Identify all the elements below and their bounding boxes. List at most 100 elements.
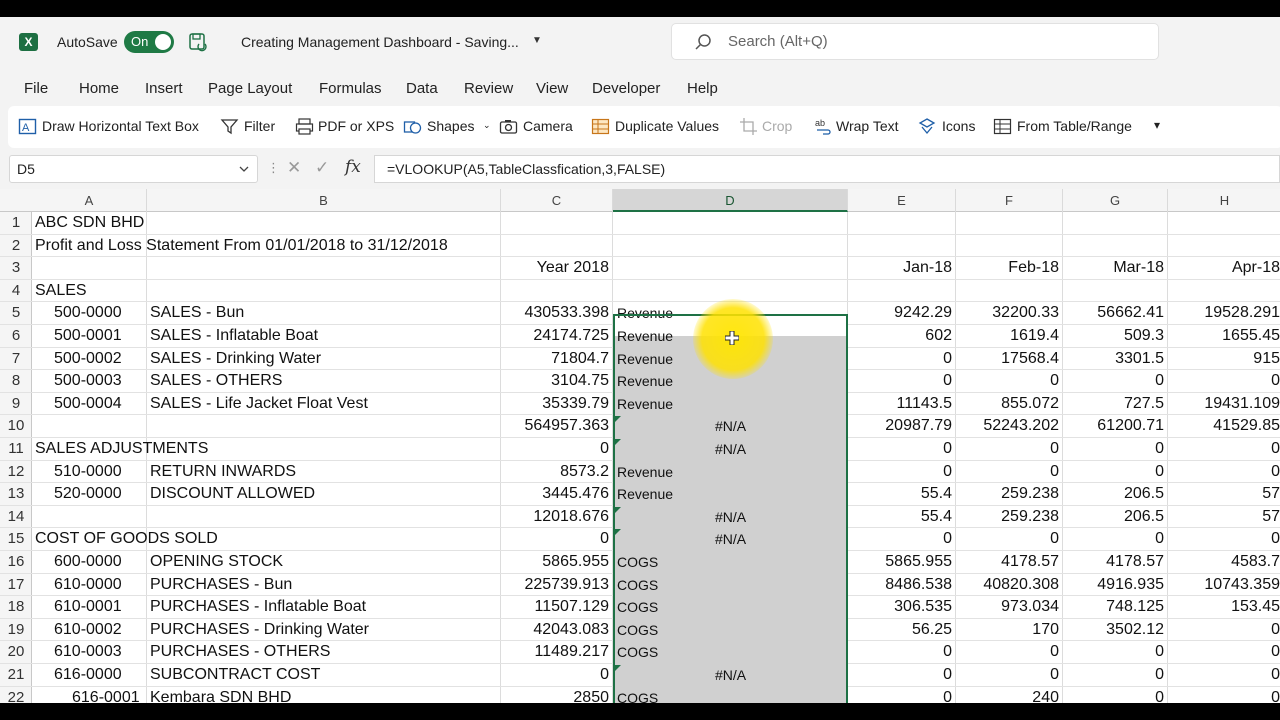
row-header[interactable]: 18: [0, 596, 32, 619]
cell-a5[interactable]: 500-0000: [54, 302, 164, 324]
cell-b5[interactable]: SALES - Bun: [150, 302, 500, 324]
menu-review[interactable]: Review: [464, 80, 513, 97]
cell-e5[interactable]: 9242.29: [848, 302, 952, 324]
cell-a12[interactable]: 510-0000: [54, 461, 164, 483]
cell-b9[interactable]: SALES - Life Jacket Float Vest: [150, 393, 500, 415]
cell-a17[interactable]: 610-0000: [54, 574, 164, 596]
row-header[interactable]: 16: [0, 551, 32, 574]
cell-c8[interactable]: 3104.75: [501, 370, 609, 392]
cell-e11[interactable]: 0: [848, 438, 952, 460]
duplicate-values-button[interactable]: Duplicate Values: [615, 118, 719, 134]
row-header[interactable]: 6: [0, 325, 32, 348]
cell-b6[interactable]: SALES - Inflatable Boat: [150, 325, 500, 347]
cell-c19[interactable]: 42043.083: [501, 619, 609, 641]
cell-h8[interactable]: 0: [1168, 370, 1280, 392]
cell-g7[interactable]: 3301.5: [1063, 348, 1164, 370]
cell-g11[interactable]: 0: [1063, 438, 1164, 460]
cell-a6[interactable]: 500-0001: [54, 325, 164, 347]
cell-a7[interactable]: 500-0002: [54, 348, 164, 370]
customize-toolbar-icon[interactable]: ▾: [1154, 118, 1160, 132]
cell-e8[interactable]: 0: [848, 370, 952, 392]
row-header[interactable]: 13: [0, 483, 32, 506]
cell-h21[interactable]: 0: [1168, 664, 1280, 686]
cell-e20[interactable]: 0: [848, 641, 952, 663]
cell-g3[interactable]: Mar-18: [1063, 257, 1164, 279]
row-header[interactable]: 19: [0, 619, 32, 642]
cell-a2[interactable]: Profit and Loss Statement From 01/01/201…: [35, 235, 635, 257]
cell-c17[interactable]: 225739.913: [501, 574, 609, 596]
menu-page-layout[interactable]: Page Layout: [208, 80, 292, 97]
cell-g6[interactable]: 509.3: [1063, 325, 1164, 347]
cell-g14[interactable]: 206.5: [1063, 506, 1164, 528]
cell-b17[interactable]: PURCHASES - Bun: [150, 574, 500, 596]
cell-h10[interactable]: 41529.85: [1168, 415, 1280, 437]
cell-g19[interactable]: 3502.12: [1063, 619, 1164, 641]
cell-f6[interactable]: 1619.4: [956, 325, 1059, 347]
cell-g8[interactable]: 0: [1063, 370, 1164, 392]
chevron-down-icon[interactable]: ▼: [532, 35, 542, 46]
cell-b21[interactable]: SUBCONTRACT COST: [150, 664, 500, 686]
cell-g13[interactable]: 206.5: [1063, 483, 1164, 505]
cell-e6[interactable]: 602: [848, 325, 952, 347]
cell-c12[interactable]: 8573.2: [501, 461, 609, 483]
cell-c20[interactable]: 11489.217: [501, 641, 609, 663]
cell-e18[interactable]: 306.535: [848, 596, 952, 618]
cell-a4[interactable]: SALES: [35, 280, 635, 302]
cell-f8[interactable]: 0: [956, 370, 1059, 392]
column-header-b[interactable]: B: [147, 189, 501, 212]
cell-h3[interactable]: Apr-18: [1168, 257, 1280, 279]
cell-h18[interactable]: 153.45: [1168, 596, 1280, 618]
chevron-down-icon[interactable]: ⌄: [483, 120, 491, 131]
cell-e9[interactable]: 11143.5: [848, 393, 952, 415]
cell-e12[interactable]: 0: [848, 461, 952, 483]
cell-c22[interactable]: 2850: [501, 687, 609, 703]
cell-g18[interactable]: 748.125: [1063, 596, 1164, 618]
cell-g21[interactable]: 0: [1063, 664, 1164, 686]
row-header[interactable]: 5: [0, 302, 32, 325]
cell-c9[interactable]: 35339.79: [501, 393, 609, 415]
cell-g16[interactable]: 4178.57: [1063, 551, 1164, 573]
column-header-d[interactable]: D: [613, 189, 848, 212]
cell-h14[interactable]: 57: [1168, 506, 1280, 528]
cell-e14[interactable]: 55.4: [848, 506, 952, 528]
cell-f20[interactable]: 0: [956, 641, 1059, 663]
cell-e16[interactable]: 5865.955: [848, 551, 952, 573]
cell-f12[interactable]: 0: [956, 461, 1059, 483]
column-header-e[interactable]: E: [848, 189, 956, 212]
cell-h15[interactable]: 0: [1168, 528, 1280, 550]
column-header-a[interactable]: A: [32, 189, 147, 212]
pdf-xps-button[interactable]: PDF or XPS: [318, 118, 394, 134]
row-header[interactable]: 14: [0, 506, 32, 529]
cell-f14[interactable]: 259.238: [956, 506, 1059, 528]
cell-c16[interactable]: 5865.955: [501, 551, 609, 573]
formula-input[interactable]: =VLOOKUP(A5,TableClassfication,3,FALSE): [374, 155, 1280, 183]
cell-a18[interactable]: 610-0001: [54, 596, 164, 618]
wrap-text-button[interactable]: Wrap Text: [836, 118, 899, 134]
camera-button[interactable]: Camera: [523, 118, 573, 134]
cell-a20[interactable]: 610-0003: [54, 641, 164, 663]
cell-c18[interactable]: 11507.129: [501, 596, 609, 618]
cell-e15[interactable]: 0: [848, 528, 952, 550]
column-header-f[interactable]: F: [956, 189, 1063, 212]
cell-f16[interactable]: 4178.57: [956, 551, 1059, 573]
cell-a8[interactable]: 500-0003: [54, 370, 164, 392]
cell-e17[interactable]: 8486.538: [848, 574, 952, 596]
cell-h9[interactable]: 19431.109: [1168, 393, 1280, 415]
chevron-down-icon[interactable]: [239, 164, 249, 174]
row-header[interactable]: 9: [0, 393, 32, 416]
row-header[interactable]: 3: [0, 257, 32, 280]
shapes-button[interactable]: Shapes: [427, 118, 474, 134]
cell-c10[interactable]: 564957.363: [501, 415, 609, 437]
cell-h17[interactable]: 10743.359: [1168, 574, 1280, 596]
save-status-icon[interactable]: [188, 32, 208, 52]
cell-a1[interactable]: ABC SDN BHD: [35, 212, 635, 234]
cell-e10[interactable]: 20987.79: [848, 415, 952, 437]
cell-b19[interactable]: PURCHASES - Drinking Water: [150, 619, 500, 641]
menu-developer[interactable]: Developer: [592, 80, 660, 97]
cell-e22[interactable]: 0: [848, 687, 952, 703]
column-header-h[interactable]: H: [1168, 189, 1280, 212]
draw-text-box-button[interactable]: Draw Horizontal Text Box: [42, 118, 199, 134]
cell-f17[interactable]: 40820.308: [956, 574, 1059, 596]
cell-c15[interactable]: 0: [501, 528, 609, 550]
search-box[interactable]: Search (Alt+Q): [671, 23, 1159, 60]
